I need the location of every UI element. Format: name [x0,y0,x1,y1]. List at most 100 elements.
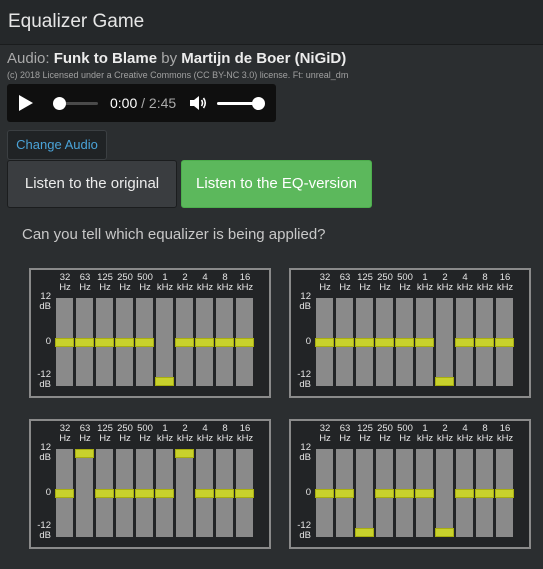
band-unit: kHz [476,282,494,293]
band-unit: Hz [339,433,351,444]
band-unit: kHz [416,433,434,444]
band-gain-knob [115,337,134,347]
band-label: 63 Hz [75,424,95,444]
change-audio-button[interactable]: Change Audio [7,130,107,160]
eq-option-3[interactable]: 12 dB 0 -12 dB 32 Hz 63 Hz 125 Hz 250 Hz 500 Hz 1 kHz 2 kH… [29,419,271,549]
band-label: 500 Hz [135,424,155,444]
db-zero: 0 [45,336,51,347]
band-gain-knob [355,337,374,347]
band-label: 32 Hz [55,273,75,293]
band-unit: Hz [59,433,71,444]
band-label: 8 kHz [475,273,495,293]
band-unit: kHz [496,433,514,444]
top-bar: Equalizer Game [0,0,543,45]
band-unit: kHz [236,282,254,293]
audio-player: 0:00 / 2:45 [7,84,276,122]
band-label: 16 kHz [495,424,515,444]
band-slider-track [436,298,453,386]
license-text: (c) 2018 Licensed under a Creative Commo… [7,70,349,80]
band-label: 1 kHz [415,273,435,293]
band-gain-knob [155,377,174,386]
band-label: 4 kHz [455,273,475,293]
artist-name: Martijn de Boer (NiGiD) [181,50,347,67]
db-bottom-unit: dB [39,530,51,541]
band-label: 2 kHz [175,424,195,444]
db-zero: 0 [305,487,311,498]
band-unit: Hz [99,433,111,444]
band-gain-knob [355,528,374,537]
band-gain-knob [95,337,114,347]
band-label: 2 kHz [175,273,195,293]
band-unit: Hz [59,282,71,293]
band-unit: Hz [119,282,131,293]
band-unit: Hz [99,282,111,293]
band-gain-knob [395,337,414,347]
band-label: 16 kHz [495,273,515,293]
band-label: 32 Hz [315,424,335,444]
band-unit: Hz [139,282,151,293]
band-label: 4 kHz [455,424,475,444]
band-label: 16 kHz [235,424,255,444]
band-gain-knob [435,377,454,386]
band-label: 250 Hz [375,273,395,293]
eq-option-4[interactable]: 12 dB 0 -12 dB 32 Hz 63 Hz 125 Hz 250 Hz 500 Hz 1 kHz 2 kH… [289,419,531,549]
band-unit: Hz [139,433,151,444]
listen-original-button[interactable]: Listen to the original [7,160,177,208]
band-gain-knob [395,488,414,498]
band-gain-knob [135,337,154,347]
db-zero: 0 [305,336,311,347]
band-label: 4 kHz [195,273,215,293]
band-label: 32 Hz [55,424,75,444]
db-bottom-unit: dB [299,530,311,541]
db-bottom-unit: dB [39,379,51,390]
band-unit: Hz [319,282,331,293]
db-top-unit: dB [39,452,51,463]
band-gain-knob [415,337,434,347]
volume-icon[interactable] [188,93,208,113]
band-label: 125 Hz [355,424,375,444]
band-unit: Hz [359,282,371,293]
band-unit: Hz [319,433,331,444]
current-time: 0:00 [110,95,138,111]
by-label: by [157,50,182,67]
band-gain-knob [115,488,134,498]
band-unit: kHz [436,433,454,444]
band-gain-knob [335,337,354,347]
band-label: 8 kHz [215,424,235,444]
band-label: 2 kHz [435,273,455,293]
band-gain-knob [495,337,514,347]
band-unit: kHz [416,282,434,293]
band-unit: kHz [176,282,194,293]
eq-option-1[interactable]: 12 dB 0 -12 dB 32 Hz 63 Hz 125 Hz 250 Hz 500 Hz 1 kHz 2 kH… [29,268,271,398]
band-unit: Hz [379,433,391,444]
db-top-unit: dB [299,452,311,463]
band-slider-track [76,449,93,537]
band-gain-knob [375,488,394,498]
band-label: 500 Hz [135,273,155,293]
band-slider-track [356,449,373,537]
band-label: 2 kHz [435,424,455,444]
band-unit: Hz [359,433,371,444]
band-gain-knob [195,488,214,498]
seek-handle[interactable] [53,97,66,110]
band-gain-knob [415,488,434,498]
duration: 2:45 [148,95,177,111]
band-unit: kHz [156,433,174,444]
band-unit: kHz [216,282,234,293]
band-gain-knob [455,488,474,498]
band-unit: kHz [196,433,214,444]
band-unit: Hz [379,282,391,293]
band-label: 1 kHz [155,273,175,293]
eq-option-2[interactable]: 12 dB 0 -12 dB 32 Hz 63 Hz 125 Hz 250 Hz 500 Hz 1 kHz 2 kH… [289,268,531,398]
listen-eq-button[interactable]: Listen to the EQ-version [181,160,372,208]
play-button[interactable] [19,95,33,111]
band-gain-knob [195,337,214,347]
volume-handle[interactable] [252,97,265,110]
band-gain-knob [235,337,254,347]
band-label: 16 kHz [235,273,255,293]
band-gain-knob [315,488,334,498]
band-gain-knob [75,337,94,347]
band-label: 125 Hz [95,424,115,444]
band-unit: kHz [456,282,474,293]
db-top-unit: dB [299,301,311,312]
